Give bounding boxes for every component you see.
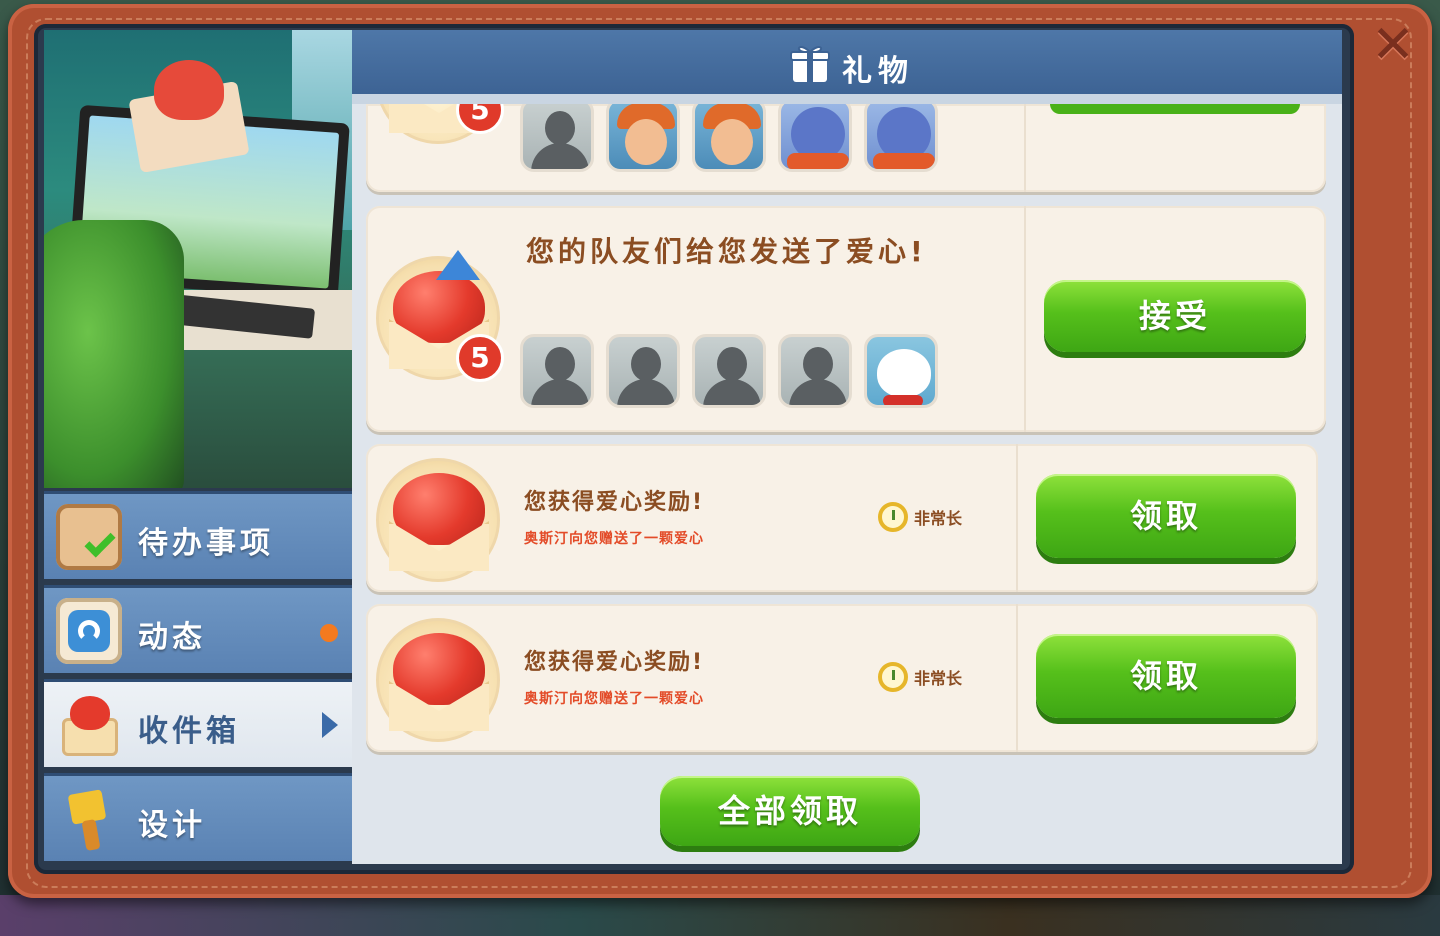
background-garden (0, 895, 1440, 936)
teammate-avatar (778, 104, 852, 172)
claim-button[interactable]: 领取 (1036, 474, 1296, 558)
heart-envelope-icon (56, 692, 122, 758)
sidebar-item-inbox[interactable]: 收件箱 (44, 679, 352, 767)
accept-button[interactable]: 接受 (1044, 280, 1306, 352)
claim-button[interactable]: 领取 (1036, 634, 1296, 718)
gift-subtitle: 奥斯汀向您赠送了一颗爱心 (524, 691, 704, 707)
heart-envelope-icon (376, 458, 500, 582)
alarm-clock-icon (878, 662, 908, 692)
sidebar-item-activity[interactable]: 动态 (44, 585, 352, 673)
teammate-avatar (606, 104, 680, 172)
chevron-right-icon (322, 712, 338, 738)
sidebar-item-label: 收件箱 (138, 714, 240, 749)
notification-dot (320, 624, 338, 642)
teammate-avatar (692, 104, 766, 172)
teammate-avatar (606, 334, 680, 408)
expiry-text: 非常长 (914, 669, 963, 688)
send-arrow-icon (436, 250, 480, 280)
dialog-header: 礼物 (352, 30, 1342, 104)
sidebar-item-todo[interactable]: 待办事项 (44, 491, 352, 579)
teammate-avatar (778, 334, 852, 408)
sidebar-item-design[interactable]: 设计 (44, 773, 352, 861)
accept-button-partial[interactable] (1050, 104, 1300, 114)
heart-envelope-icon (376, 618, 500, 742)
close-icon[interactable]: ✕ (1366, 18, 1420, 72)
teammate-avatar (692, 334, 766, 408)
heart-illustration (154, 60, 224, 120)
expiry-time: 非常长 (878, 662, 962, 692)
gift-card: 5 (366, 104, 1326, 192)
claim-all-button[interactable]: 全部领取 (660, 776, 920, 846)
gift-title: 您的队友们给您发送了爱心! (526, 235, 927, 268)
alarm-clock-icon (878, 502, 908, 532)
expiry-time: 非常长 (878, 502, 962, 532)
sidebar-item-label: 动态 (138, 620, 206, 655)
teammate-avatar (864, 334, 938, 408)
teammate-avatar (520, 334, 594, 408)
gift-title: 您获得爱心奖励! (524, 650, 705, 675)
teammate-avatar (520, 104, 594, 172)
sidebar-item-label: 待办事项 (138, 526, 274, 561)
sidebar-item-label: 设计 (138, 808, 206, 843)
activity-feed-icon (56, 598, 122, 664)
gift-subtitle: 奥斯汀向您赠送了一颗爱心 (524, 531, 704, 547)
clipboard-check-icon (56, 504, 122, 570)
dialog-title: 礼物 (842, 54, 914, 89)
gift-icon (790, 46, 830, 82)
heart-count-badge: 5 (456, 334, 504, 382)
expiry-text: 非常长 (914, 509, 963, 528)
paint-brush-icon (56, 786, 122, 852)
inbox-illustration (44, 30, 352, 488)
gift-title: 您获得爱心奖励! (524, 490, 705, 515)
teammate-avatar (864, 104, 938, 172)
office-chair (44, 220, 184, 488)
